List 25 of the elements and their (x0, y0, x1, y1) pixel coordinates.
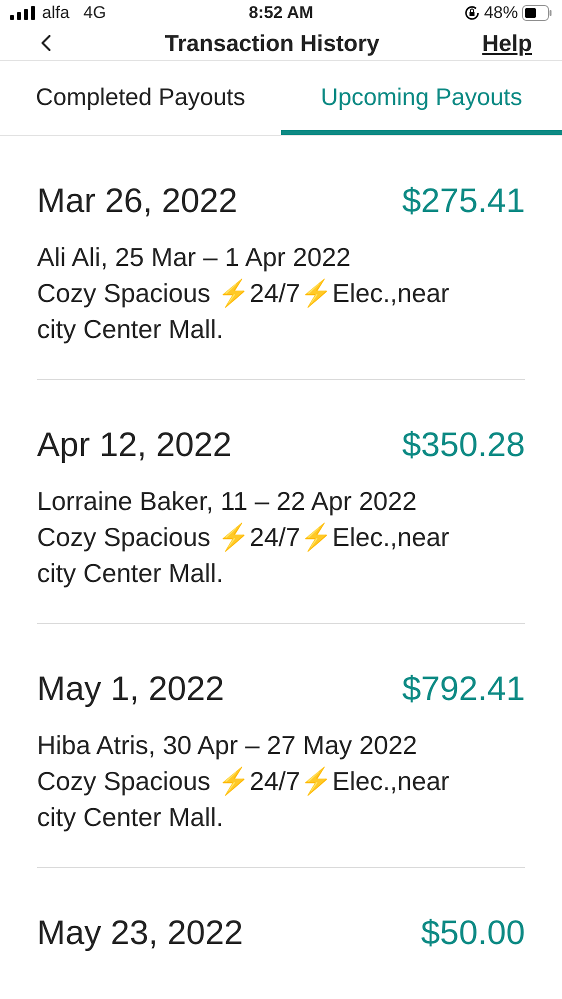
payout-date: Apr 12, 2022 (37, 425, 232, 466)
signal-icon (10, 6, 36, 20)
payout-amount: $792.41 (402, 669, 525, 710)
help-link[interactable]: Help (482, 26, 532, 60)
status-time: 8:52 AM (248, 2, 314, 24)
payout-amount: $350.28 (402, 425, 525, 466)
payout-date: Mar 26, 2022 (37, 181, 238, 222)
tab[interactable]: Completed Payouts (0, 61, 281, 135)
payout-amount: $50.00 (421, 913, 525, 954)
rotation-lock-icon (464, 4, 480, 21)
guest-dates: Lorraine Baker, 11 – 22 Apr 2022 (37, 485, 418, 518)
payout-date: May 1, 2022 (37, 669, 224, 710)
carrier-name: alfa (42, 2, 70, 24)
guest-dates: Ali Ali, 25 Mar – 1 Apr 2022 (37, 241, 352, 274)
battery-percent: 48% (484, 2, 518, 24)
guest-dates: Hiba Atris, 30 Apr – 27 May 2022 (37, 729, 418, 762)
listing-name: Cozy Spacious ⚡24/7⚡Elec.,near city Center Mall. (37, 765, 450, 834)
listing-name: Cozy Spacious ⚡24/7⚡Elec.,near city Center Mall. (37, 277, 450, 346)
listing-name: Cozy Spacious ⚡24/7⚡Elec.,near city Center Mall. (37, 521, 450, 590)
payout-amount: $275.41 (402, 181, 525, 222)
payout-date: May 23, 2022 (37, 913, 244, 954)
network-type: 4G (83, 2, 106, 24)
page-title: Transaction History (164, 28, 380, 58)
tab[interactable]: Upcoming Payouts (281, 61, 562, 135)
battery-icon (522, 4, 552, 21)
